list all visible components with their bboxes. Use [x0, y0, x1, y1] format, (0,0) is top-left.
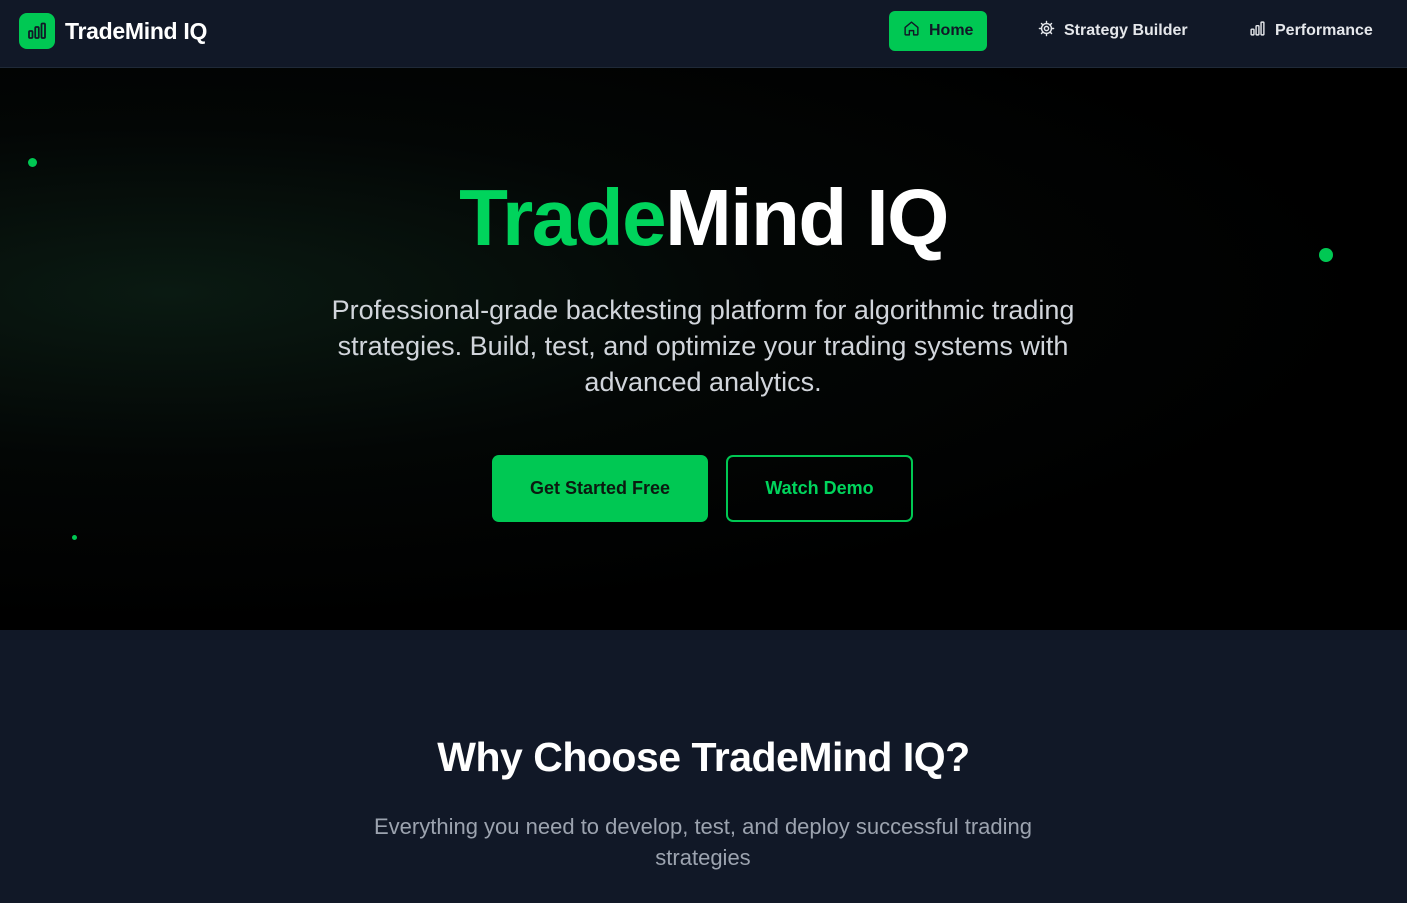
nav-item-label: Strategy Builder: [1064, 22, 1188, 39]
nav-item-label: Performance: [1275, 22, 1373, 39]
hero-title: TradeMind IQ: [0, 172, 1407, 264]
watch-demo-button[interactable]: Watch Demo: [726, 455, 913, 522]
hero-title-rest: Mind IQ: [665, 173, 949, 262]
nav-item-label: Home: [929, 22, 974, 39]
features-section: Why Choose TradeMind IQ? Everything you …: [0, 630, 1407, 903]
nav-item-performance[interactable]: Performance: [1249, 11, 1373, 51]
top-navbar: TradeMind IQ Home Strategy Builder Perfo…: [0, 0, 1407, 68]
nav-item-strategy-builder[interactable]: Strategy Builder: [1038, 11, 1188, 51]
home-icon: [903, 20, 920, 42]
bar-chart-icon: [19, 13, 55, 49]
hero-section: TradeMind IQ Professional-grade backtest…: [0, 68, 1407, 630]
get-started-button[interactable]: Get Started Free: [492, 455, 708, 522]
hero-title-accent: Trade: [459, 173, 666, 262]
decorative-dot: [28, 158, 37, 167]
bar-chart-icon: [1249, 20, 1266, 42]
brand-name: TradeMind IQ: [65, 17, 208, 44]
decorative-dot: [72, 535, 77, 540]
features-subtitle: Everything you need to develop, test, an…: [374, 814, 1032, 870]
brand[interactable]: TradeMind IQ: [19, 13, 207, 49]
features-title: Why Choose TradeMind IQ?: [437, 734, 970, 780]
nav-item-home[interactable]: Home: [889, 11, 988, 51]
gear-icon: [1038, 20, 1055, 42]
hero-subtitle: Professional-grade backtesting platform …: [331, 295, 1075, 397]
